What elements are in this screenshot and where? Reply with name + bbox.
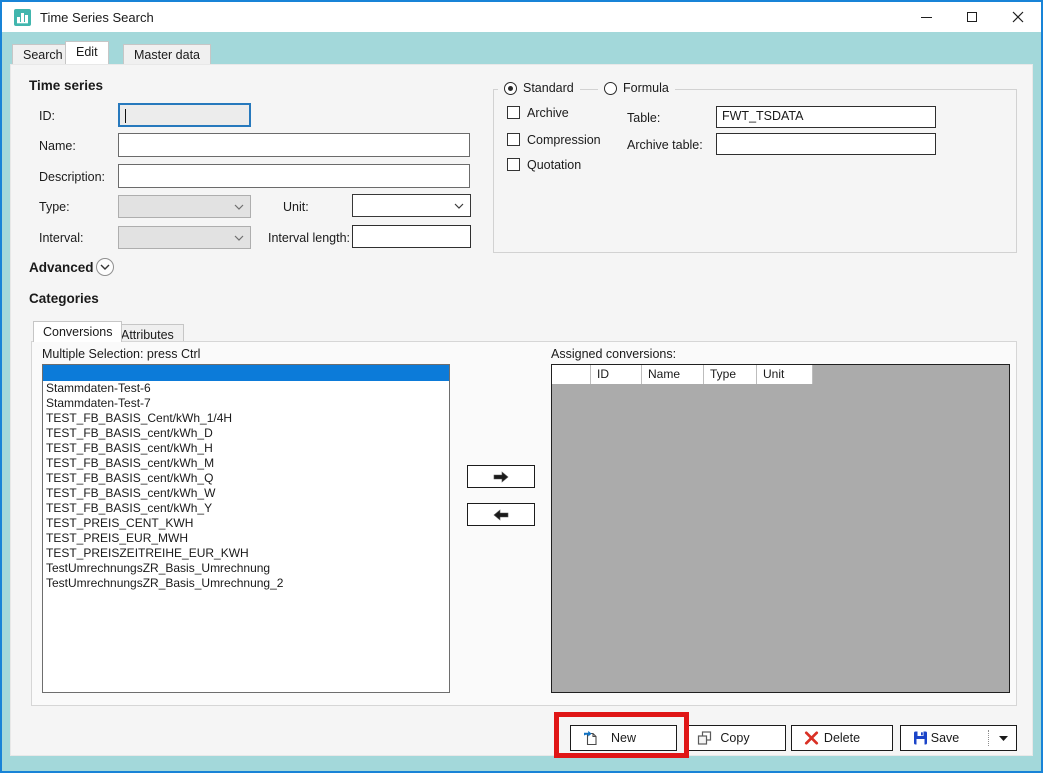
radio-formula-label: Formula [623, 81, 669, 95]
assigned-conversions-label: Assigned conversions: [551, 347, 676, 361]
tab-conversions[interactable]: Conversions [33, 321, 122, 342]
radio-button-icon [604, 82, 617, 95]
storage-groupbox: Standard Formula Archive Compression Quo… [493, 89, 1017, 253]
window-controls [903, 2, 1041, 32]
conversions-panel: Multiple Selection: press Ctrl Stammdate… [31, 341, 1017, 706]
categories-heading: Categories [29, 291, 99, 306]
tab-edit[interactable]: Edit [65, 41, 109, 64]
compression-checkbox-label[interactable]: Compression [527, 133, 601, 147]
chevron-down-circle-icon [100, 264, 110, 270]
id-label: ID: [39, 109, 55, 123]
interval-length-input[interactable] [352, 225, 471, 248]
radio-standard-label: Standard [523, 81, 574, 95]
advanced-expander-button[interactable] [96, 258, 114, 276]
multi-select-hint: Multiple Selection: press Ctrl [42, 347, 200, 361]
assigned-table-header: IDNameTypeUnit [552, 365, 1009, 384]
chevron-down-icon [234, 235, 244, 241]
titlebar: Time Series Search [2, 2, 1041, 32]
interval-label: Interval: [39, 231, 83, 245]
close-button[interactable] [995, 2, 1041, 32]
unit-label: Unit: [283, 200, 309, 214]
maximize-button[interactable] [949, 2, 995, 32]
archive-checkbox[interactable] [507, 106, 520, 119]
list-item[interactable]: TEST_FB_BASIS_Cent/kWh_1/4H [43, 411, 449, 426]
table-input[interactable]: FWT_TSDATA [716, 106, 936, 128]
arrow-left-icon [492, 509, 510, 521]
delete-button-label: Delete [792, 726, 892, 750]
chevron-down-icon [454, 203, 464, 209]
list-item[interactable]: Stammdaten-Test-6 [43, 381, 449, 396]
edit-tab-page: Time series ID: Name: Description: Type:… [10, 64, 1033, 756]
name-input[interactable] [118, 133, 470, 157]
save-split-separator [988, 730, 989, 746]
save-button[interactable]: Save [900, 725, 1017, 751]
description-input[interactable] [118, 164, 470, 188]
column-header[interactable]: Unit [757, 365, 813, 384]
column-header[interactable]: Name [642, 365, 704, 384]
list-item[interactable] [43, 365, 449, 381]
save-menu-chevron-icon[interactable] [999, 736, 1008, 741]
interval-dropdown [118, 226, 251, 249]
list-item[interactable]: TestUmrechnungsZR_Basis_Umrechnung_2 [43, 576, 449, 591]
list-item[interactable]: Stammdaten-Test-7 [43, 396, 449, 411]
id-input[interactable] [118, 103, 251, 127]
copy-button[interactable]: Copy [684, 725, 786, 751]
window-title: Time Series Search [40, 10, 154, 25]
list-item[interactable]: TEST_PREIS_EUR_MWH [43, 531, 449, 546]
tab-master-data[interactable]: Master data [123, 44, 211, 64]
list-item[interactable]: TEST_FB_BASIS_cent/kWh_D [43, 426, 449, 441]
compression-checkbox[interactable] [507, 133, 520, 146]
copy-button-label: Copy [685, 726, 785, 750]
conversion-listbox[interactable]: Stammdaten-Test-6Stammdaten-Test-7TEST_F… [42, 364, 450, 693]
quotation-checkbox[interactable] [507, 158, 520, 171]
type-dropdown [118, 195, 251, 218]
assign-button[interactable] [467, 465, 535, 488]
delete-button[interactable]: Delete [791, 725, 893, 751]
name-label: Name: [39, 139, 76, 153]
list-item[interactable]: TEST_PREIS_CENT_KWH [43, 516, 449, 531]
interval-length-label: Interval length: [268, 231, 350, 245]
archive-checkbox-label[interactable]: Archive [527, 106, 569, 120]
column-header[interactable] [552, 365, 591, 384]
list-item[interactable]: TEST_FB_BASIS_cent/kWh_Y [43, 501, 449, 516]
list-item[interactable]: TEST_FB_BASIS_cent/kWh_M [43, 456, 449, 471]
archive-table-label: Archive table: [627, 138, 703, 152]
list-item[interactable]: TEST_FB_BASIS_cent/kWh_W [43, 486, 449, 501]
close-icon [1012, 11, 1024, 23]
save-button-label: Save [901, 726, 989, 750]
column-header[interactable]: ID [591, 365, 642, 384]
time-series-heading: Time series [29, 78, 103, 93]
assigned-conversions-grid[interactable]: IDNameTypeUnit [551, 364, 1010, 693]
archive-table-input[interactable] [716, 133, 936, 155]
radio-formula[interactable]: Formula [598, 81, 675, 95]
description-label: Description: [39, 170, 105, 184]
app-icon [14, 9, 31, 26]
unassign-button[interactable] [467, 503, 535, 526]
type-label: Type: [39, 200, 70, 214]
advanced-heading: Advanced [29, 260, 94, 275]
app-window: Time Series Search Search Edit Master da… [0, 0, 1043, 773]
annotation-highlight-rectangle [554, 712, 689, 758]
list-item[interactable]: TEST_PREISZEITREIHE_EUR_KWH [43, 546, 449, 561]
table-label: Table: [627, 111, 660, 125]
chevron-down-icon [234, 204, 244, 210]
radio-standard[interactable]: Standard [498, 81, 580, 95]
radio-button-icon [504, 82, 517, 95]
text-caret [125, 109, 126, 123]
unit-dropdown[interactable] [352, 194, 471, 217]
maximize-icon [967, 12, 977, 22]
list-item[interactable]: TEST_FB_BASIS_cent/kWh_H [43, 441, 449, 456]
quotation-checkbox-label[interactable]: Quotation [527, 158, 581, 172]
minimize-button[interactable] [903, 2, 949, 32]
minimize-icon [921, 17, 932, 18]
column-header[interactable]: Type [704, 365, 757, 384]
arrow-right-icon [492, 471, 510, 483]
list-item[interactable]: TestUmrechnungsZR_Basis_Umrechnung [43, 561, 449, 576]
list-item[interactable]: TEST_FB_BASIS_cent/kWh_Q [43, 471, 449, 486]
